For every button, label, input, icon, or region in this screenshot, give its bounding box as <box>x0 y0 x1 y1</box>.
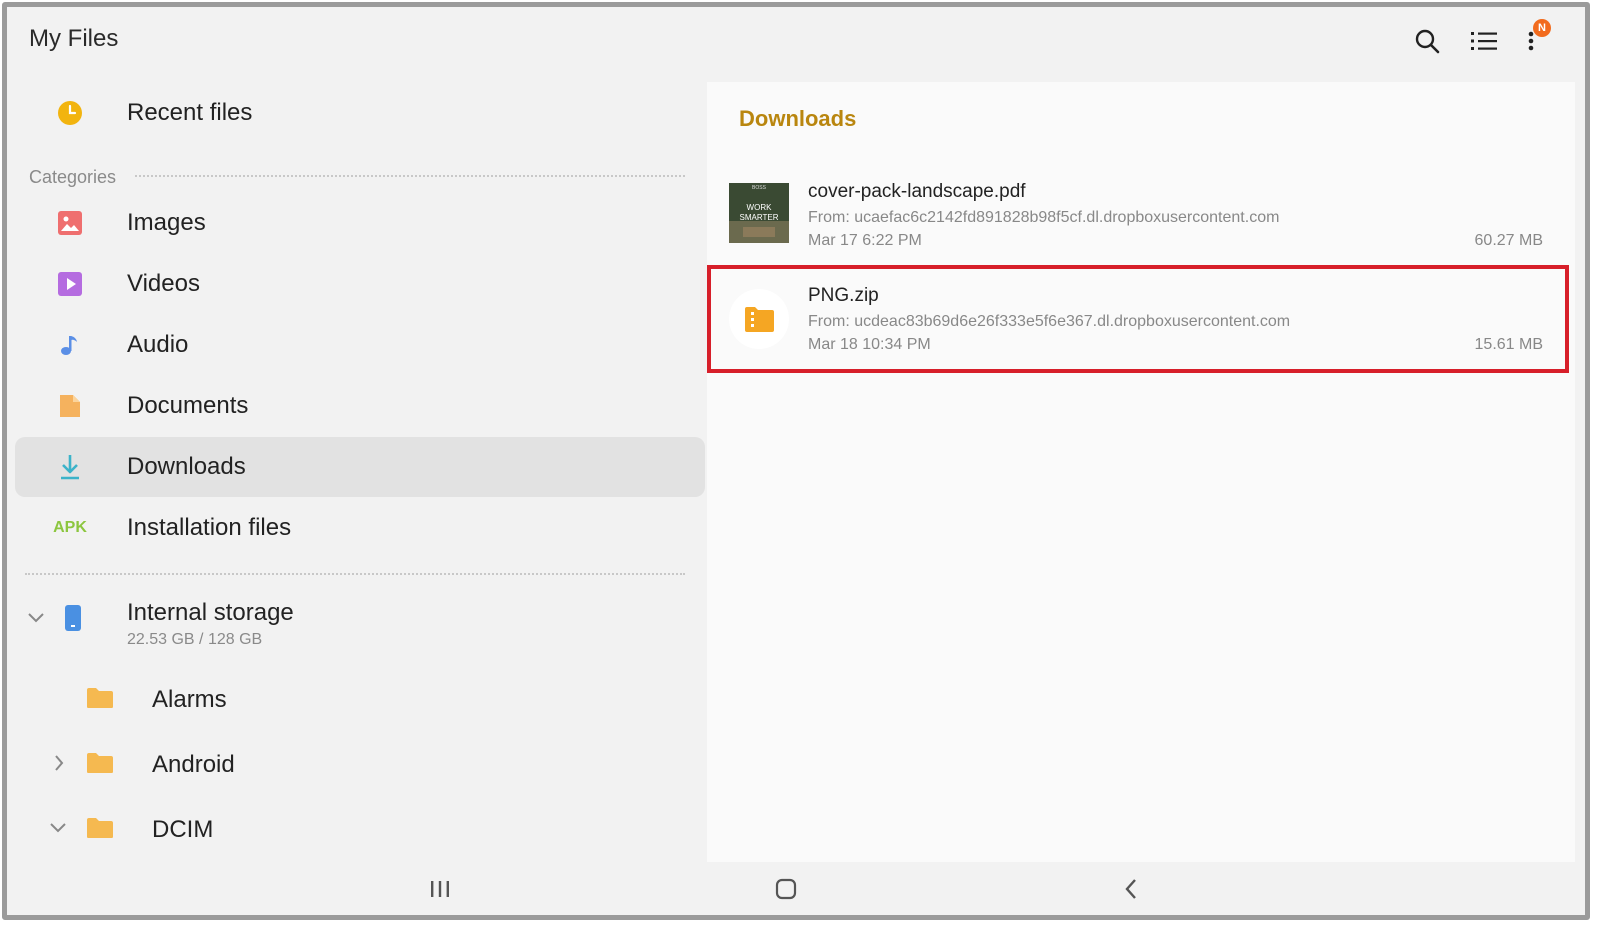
document-icon <box>55 391 85 421</box>
clock-icon <box>55 98 85 128</box>
pdf-thumbnail: BOSS WORK SMARTER <box>729 183 789 243</box>
file-name: cover-pack-landscape.pdf <box>808 181 1026 202</box>
sidebar: Recent files Categories Images Videos Au… <box>7 79 707 869</box>
folder-label: Alarms <box>152 686 227 713</box>
sidebar-item-label: Downloads <box>127 453 246 480</box>
file-row-cover-pack[interactable]: BOSS WORK SMARTER cover-pack-landscape.p… <box>707 161 1569 265</box>
image-icon <box>55 208 85 238</box>
notification-badge: N <box>1533 19 1551 37</box>
top-bar: My Files N <box>7 7 1585 77</box>
file-row-png-zip[interactable]: PNG.zip From: ucdeac83b69d6e26f333e5f6e3… <box>707 265 1569 373</box>
thumbnail-text-line2: SMARTER <box>740 213 779 222</box>
chevron-down-icon[interactable] <box>49 821 67 839</box>
storage-name: Internal storage <box>127 599 294 626</box>
folder-dcim[interactable]: DCIM <box>15 800 615 860</box>
folder-android[interactable]: Android <box>15 735 615 795</box>
file-name: PNG.zip <box>808 285 879 306</box>
list-view-icon[interactable] <box>1464 21 1504 61</box>
folder-label: DCIM <box>152 816 214 843</box>
storage-usage: 22.53 GB / 128 GB <box>127 631 263 648</box>
sidebar-item-label: Videos <box>127 270 200 297</box>
storage-divider <box>25 573 685 575</box>
sidebar-item-installation-files[interactable]: APK Installation files <box>15 498 705 558</box>
chevron-down-icon[interactable] <box>27 611 45 629</box>
back-button[interactable] <box>1101 869 1161 909</box>
sidebar-item-label: Images <box>127 209 206 236</box>
apk-icon: APK <box>53 519 87 536</box>
folder-alarms[interactable]: Alarms <box>15 670 615 730</box>
internal-storage[interactable]: Internal storage 22.53 GB / 128 GB <box>15 599 705 669</box>
window-frame: My Files N Recent files Categories Image… <box>2 2 1590 920</box>
sidebar-item-label: Audio <box>127 331 189 358</box>
sidebar-item-images[interactable]: Images <box>15 193 705 253</box>
file-size: 60.27 MB <box>1474 232 1543 249</box>
sidebar-item-label: Recent files <box>127 99 253 126</box>
sidebar-item-label: Documents <box>127 392 249 419</box>
video-icon <box>55 269 85 299</box>
zip-icon <box>729 289 789 349</box>
file-size: 15.61 MB <box>1474 336 1543 353</box>
phone-icon <box>65 605 81 636</box>
sidebar-item-audio[interactable]: Audio <box>15 315 705 375</box>
sidebar-item-recent-files[interactable]: Recent files <box>15 83 705 143</box>
file-date: Mar 18 10:34 PM <box>808 336 931 353</box>
more-options-icon[interactable]: N <box>1511 19 1551 61</box>
sidebar-item-downloads[interactable]: Downloads <box>15 437 705 497</box>
download-icon <box>55 452 85 482</box>
home-button[interactable] <box>756 869 816 909</box>
folder-icon <box>87 817 113 844</box>
thumbnail-text-line1: WORK <box>747 203 773 212</box>
file-list-panel: Downloads BOSS WORK SMARTER cover-pack-l… <box>707 82 1575 862</box>
file-date: Mar 17 6:22 PM <box>808 232 922 249</box>
search-icon[interactable] <box>1407 21 1447 61</box>
chevron-right-icon[interactable] <box>53 754 65 777</box>
page-title: Downloads <box>739 106 857 131</box>
folder-icon <box>87 687 113 714</box>
app-title: My Files <box>29 25 119 52</box>
thumbnail-text-top: BOSS <box>752 185 767 191</box>
recent-apps-button[interactable] <box>410 869 470 909</box>
music-note-icon <box>55 330 85 360</box>
sidebar-item-label: Installation files <box>127 514 292 541</box>
sidebar-item-documents[interactable]: Documents <box>15 376 705 436</box>
file-source: From: ucdeac83b69d6e26f333e5f6e367.dl.dr… <box>808 313 1291 330</box>
folder-icon <box>87 752 113 779</box>
folder-label: Android <box>152 751 235 778</box>
categories-label: Categories <box>29 167 117 187</box>
categories-divider <box>135 175 685 177</box>
file-source: From: ucaefac6c2142fd891828b98f5cf.dl.dr… <box>808 209 1280 226</box>
sidebar-item-videos[interactable]: Videos <box>15 254 705 314</box>
